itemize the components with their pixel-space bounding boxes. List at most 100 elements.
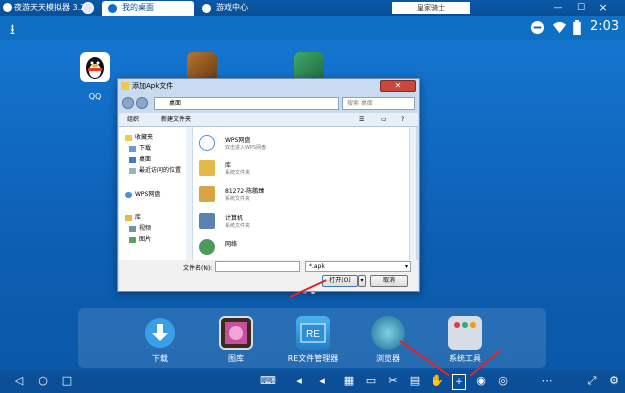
open-dropdown-button[interactable]: ▾ — [358, 275, 366, 287]
filetype-value: *.apk — [309, 263, 325, 270]
user-folder-icon — [199, 186, 215, 202]
address-bar[interactable]: 桌面 — [154, 97, 339, 110]
open-button[interactable]: 打开(O) — [322, 275, 358, 287]
dialog-titlebar: 添加Apk文件 — [118, 79, 419, 93]
nav-libraries[interactable]: 库 — [125, 212, 141, 221]
nav-wps-cloud[interactable]: WPS网盘 — [125, 189, 160, 198]
video-icon — [129, 225, 136, 232]
list-item[interactable]: 81272-陈鹏臻 系统文件夹 — [199, 184, 399, 208]
tab-my-desktop[interactable]: 我的桌面 — [102, 1, 194, 16]
nav-label: 最近访问的位置 — [139, 167, 182, 174]
emulator-nav-bar: ◁ ○ □ ⌨ ◂ ◂ ▦ ▭ ✂ ▤ ✋ + ◉ ◎ ⋯ ⤢ ⚙ — [0, 370, 625, 393]
nav-downloads[interactable]: 下载 — [129, 143, 151, 152]
nav-pictures[interactable]: 图片 — [129, 234, 151, 243]
nav-favorites[interactable]: 收藏夹 — [125, 132, 153, 141]
file-desc: 系统文件夹 — [225, 170, 251, 176]
system-tools-icon[interactable] — [448, 316, 482, 350]
file-name: 库 — [225, 162, 232, 169]
emulator-titlebar: 夜游天天模拟器 3.2.2 我的桌面 游戏中心 皇家骑士 — ☐ × — [0, 0, 625, 16]
user-avatar[interactable] — [82, 2, 94, 14]
network-icon — [199, 239, 215, 255]
pictures-icon — [129, 236, 136, 243]
settings-icon[interactable]: ⚙ — [607, 374, 621, 388]
file-list: WPS网盘 双击进入WPS网盘 库 系统文件夹 81272-陈鹏臻 系统文件夹 … — [193, 127, 409, 260]
star-icon — [125, 134, 132, 141]
volume-down-icon[interactable]: ◂ — [292, 374, 306, 388]
forward-arrow-icon[interactable] — [136, 97, 148, 109]
help-icon[interactable]: ? — [401, 113, 404, 127]
svg-text:RE: RE — [306, 329, 320, 340]
organize-button[interactable]: 组织 — [127, 113, 139, 127]
new-folder-button[interactable]: 新建文件夹 — [161, 113, 191, 127]
tab-label: 游戏中心 — [216, 3, 248, 12]
location-icon[interactable]: ◉ — [474, 374, 488, 388]
recents-icon[interactable]: □ — [60, 374, 74, 388]
nav-pane-scrollbar[interactable] — [186, 127, 192, 260]
preview-pane-icon[interactable]: ▭ — [381, 113, 387, 127]
re-file-manager-icon[interactable]: RE — [296, 316, 330, 350]
screenshot-icon[interactable]: ✂ — [386, 374, 400, 388]
back-icon[interactable]: ◁ — [12, 374, 26, 388]
multi-instance-icon[interactable]: ◎ — [496, 374, 510, 388]
clock: 2:03 — [590, 19, 620, 34]
nav-label: 视频 — [139, 225, 152, 232]
emulator-window: 夜游天天模拟器 3.2.2 我的桌面 游戏中心 皇家骑士 — ☐ × ⭳ 2:0… — [0, 0, 625, 393]
close-icon[interactable]: × — [597, 2, 609, 14]
list-item[interactable]: 库 系统文件夹 — [199, 158, 399, 182]
username-box[interactable]: 皇家骑士 — [392, 2, 470, 14]
search-input[interactable]: 搜索 桌面 — [342, 97, 415, 110]
home-icon[interactable]: ○ — [36, 374, 50, 388]
dock-label-download: 下载 — [152, 354, 168, 363]
address-text: 桌面 — [169, 100, 182, 107]
dialog-close-button[interactable]: ✕ — [380, 80, 416, 92]
nav-videos[interactable]: 视频 — [129, 223, 151, 232]
gallery-icon[interactable] — [219, 316, 253, 350]
file-name: 网络 — [225, 241, 238, 248]
file-list-scrollbar[interactable] — [410, 127, 416, 260]
nav-label: 下载 — [139, 145, 152, 152]
dialog-toolbar: 组织 新建文件夹 ☰ ▭ ? — [119, 113, 418, 127]
file-name: WPS网盘 — [225, 137, 251, 144]
download-app-icon[interactable] — [143, 316, 177, 350]
list-item[interactable]: 网络 — [199, 237, 399, 261]
library-icon — [125, 214, 132, 221]
keyboard-icon[interactable]: ⌨ — [260, 374, 276, 388]
volume-up-icon[interactable]: ◂ — [315, 374, 329, 388]
tab-game-center[interactable]: 游戏中心 — [196, 1, 286, 16]
maximize-icon[interactable]: ☐ — [575, 2, 587, 14]
qq-icon[interactable] — [80, 52, 110, 82]
shake-icon[interactable]: ✋ — [430, 374, 444, 388]
gamepad-tab-icon — [202, 4, 211, 13]
folder-icon[interactable]: ▭ — [364, 374, 378, 388]
cancel-button[interactable]: 取消 — [370, 275, 408, 287]
recent-places-icon — [129, 167, 136, 174]
desktop-icon — [129, 156, 136, 163]
filename-input[interactable] — [215, 261, 300, 272]
file-name: 计算机 — [225, 215, 244, 222]
add-apk-icon[interactable]: + — [452, 374, 466, 390]
toolbox-icon[interactable]: ▦ — [342, 374, 356, 388]
fullscreen-icon[interactable]: ⤢ — [585, 374, 599, 388]
filetype-select[interactable]: *.apk ▾ — [305, 261, 411, 272]
nav-recent-places[interactable]: 最近访问的位置 — [129, 165, 181, 174]
nav-label: WPS网盘 — [135, 191, 161, 198]
minimize-icon[interactable]: — — [552, 2, 564, 14]
app-logo-icon — [3, 3, 12, 12]
list-item[interactable]: 计算机 系统文件夹 — [199, 211, 399, 235]
upload-icon[interactable]: ▤ — [408, 374, 422, 388]
back-arrow-icon[interactable] — [122, 97, 134, 109]
file-name: 81272-陈鹏臻 — [225, 188, 265, 195]
nav-desktop[interactable]: 桌面 — [129, 154, 151, 163]
browser-icon[interactable] — [371, 316, 405, 350]
nav-label: 桌面 — [139, 156, 152, 163]
list-item[interactable]: WPS网盘 双击进入WPS网盘 — [199, 133, 399, 157]
home-tab-icon — [108, 4, 117, 13]
chevron-down-icon: ▾ — [404, 263, 408, 270]
android-status-bar: ⭳ 2:03 — [0, 16, 625, 40]
dialog-title: 添加Apk文件 — [132, 82, 174, 90]
app-label-qq: QQ — [88, 92, 102, 101]
more-icon[interactable]: ⋯ — [540, 374, 554, 388]
add-apk-file-dialog: 添加Apk文件 ✕ 桌面 搜索 桌面 组织 新建文件夹 ☰ ▭ ? 收藏夹 下载… — [117, 78, 420, 292]
view-options-icon[interactable]: ☰ — [359, 113, 364, 127]
file-desc: 双击进入WPS网盘 — [225, 145, 267, 151]
